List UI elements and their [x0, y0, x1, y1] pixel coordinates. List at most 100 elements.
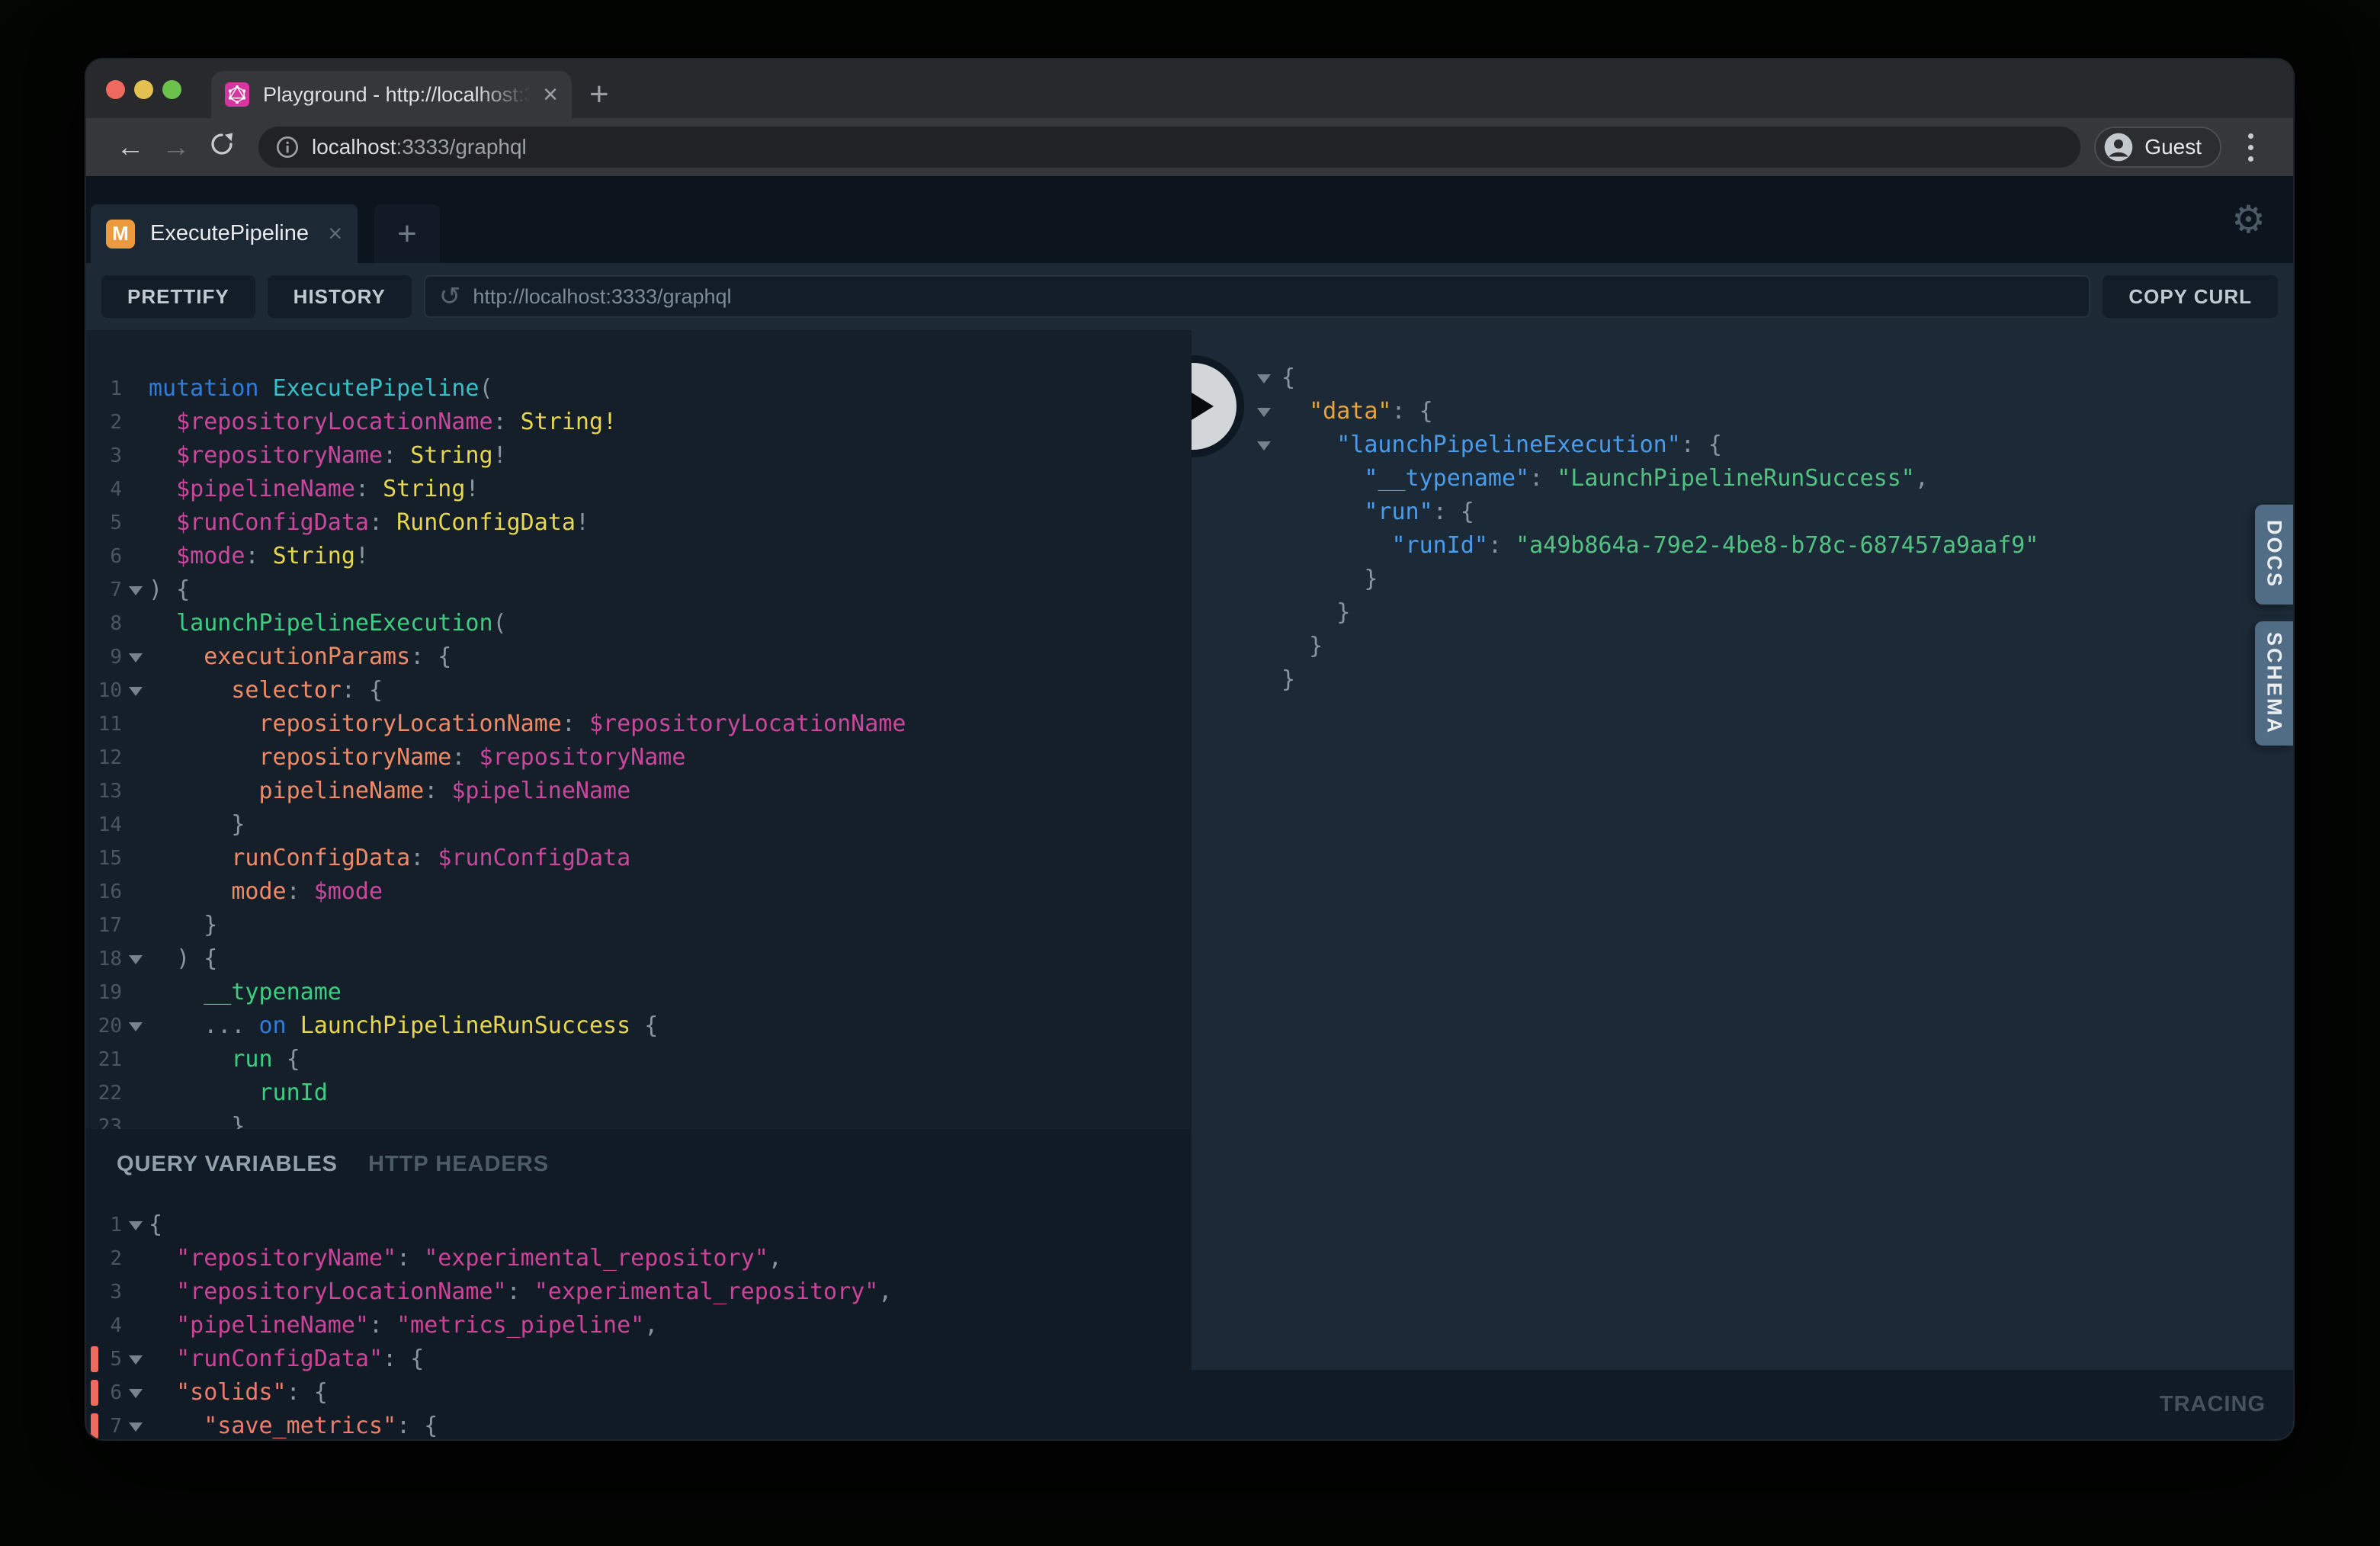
info-icon[interactable]	[275, 135, 300, 159]
reload-icon[interactable]	[199, 130, 245, 165]
code-line[interactable]: 3 $repositoryName: String!	[86, 439, 1192, 473]
tracing-bar[interactable]: TRACING	[1192, 1370, 2293, 1439]
code-line: }	[1192, 596, 2293, 630]
code-line[interactable]: 13 pipelineName: $pipelineName	[86, 775, 1192, 808]
code-line[interactable]: 8 launchPipelineExecution(	[86, 607, 1192, 640]
zoom-window-button[interactable]	[162, 80, 181, 99]
fold-arrow-icon[interactable]	[122, 1342, 149, 1376]
code-line[interactable]: 1mutation ExecutePipeline(	[86, 372, 1192, 406]
code-line[interactable]: 3 "repositoryLocationName": "experimenta…	[86, 1275, 1192, 1309]
fold-arrow-icon[interactable]	[1254, 395, 1281, 428]
docs-tab[interactable]: DOCS	[2255, 505, 2293, 605]
code-line[interactable]: 14 }	[86, 808, 1192, 842]
settings-gear-icon[interactable]: ⚙	[2231, 197, 2266, 242]
code-line[interactable]: 1{	[86, 1208, 1192, 1242]
profile-button[interactable]: Guest	[2094, 127, 2221, 168]
tab-close-icon[interactable]: ×	[328, 220, 342, 248]
fold-gutter	[122, 1242, 149, 1275]
fold-arrow-icon[interactable]	[122, 1376, 149, 1410]
browser-new-tab-button[interactable]: +	[589, 78, 609, 111]
back-icon[interactable]: ←	[107, 131, 153, 163]
tab-http-headers[interactable]: HTTP HEADERS	[368, 1152, 549, 1177]
fold-arrow-icon[interactable]	[122, 640, 149, 674]
fold-gutter	[122, 1076, 149, 1110]
variables-pane: QUERY VARIABLES HTTP HEADERS 1{2 "reposi…	[86, 1129, 1192, 1439]
code-line: "__typename": "LaunchPipelineRunSuccess"…	[1192, 462, 2293, 496]
code-line[interactable]: 17 }	[86, 909, 1192, 942]
line-number: 2	[86, 406, 122, 439]
code-line[interactable]: 5 $runConfigData: RunConfigData!	[86, 506, 1192, 540]
address-input[interactable]: localhost:3333/graphql	[258, 127, 2080, 168]
code-line[interactable]: 4 "pipelineName": "metrics_pipeline",	[86, 1309, 1192, 1342]
schema-tab[interactable]: SCHEMA	[2255, 621, 2293, 746]
fold-gutter	[122, 741, 149, 775]
error-marker	[91, 1413, 98, 1439]
browser-addressbar: ← → localhost:3333/graphql	[86, 118, 2293, 176]
browser-tab[interactable]: Playground - http://localhost:3 ×	[211, 71, 572, 118]
code-line[interactable]: 19 __typename	[86, 976, 1192, 1009]
prettify-button[interactable]: PRETTIFY	[101, 275, 255, 318]
code-line[interactable]: 18 ) {	[86, 942, 1192, 976]
code-line[interactable]: 10 selector: {	[86, 674, 1192, 707]
response-viewer: { "data": { "launchPipelineExecution": {…	[1192, 361, 2293, 697]
fold-arrow-icon[interactable]	[122, 1009, 149, 1043]
minimize-window-button[interactable]	[134, 80, 153, 99]
code-line[interactable]: 11 repositoryLocationName: $repositoryLo…	[86, 707, 1192, 741]
fold-arrow-icon[interactable]	[122, 1410, 149, 1439]
undo-icon[interactable]: ↺	[439, 281, 461, 312]
close-window-button[interactable]	[106, 80, 125, 99]
fold-arrow-icon[interactable]	[122, 573, 149, 607]
line-number: 18	[86, 942, 122, 976]
line-number: 21	[86, 1043, 122, 1076]
code-line[interactable]: 22 runId	[86, 1076, 1192, 1110]
fold-gutter	[1254, 462, 1281, 496]
playground-new-tab-button[interactable]: +	[374, 204, 440, 263]
code-line[interactable]: 21 run {	[86, 1043, 1192, 1076]
browser-menu-icon[interactable]	[2229, 133, 2272, 162]
endpoint-input[interactable]: ↺ http://localhost:3333/graphql	[424, 275, 2091, 318]
code-line[interactable]: 7 "save_metrics": {	[86, 1410, 1192, 1439]
code-line[interactable]: 7) {	[86, 573, 1192, 607]
code-line[interactable]: 15 runConfigData: $runConfigData	[86, 842, 1192, 875]
code-line: }	[1192, 630, 2293, 663]
code-line[interactable]: 12 repositoryName: $repositoryName	[86, 741, 1192, 775]
fold-arrow-icon[interactable]	[122, 674, 149, 707]
code-line[interactable]: 23 }	[86, 1110, 1192, 1129]
browser-titlebar: Playground - http://localhost:3 × +	[86, 59, 2293, 118]
fold-gutter	[1254, 529, 1281, 563]
tab-query-variables[interactable]: QUERY VARIABLES	[117, 1152, 338, 1177]
query-editor[interactable]: 1mutation ExecutePipeline(2 $repositoryL…	[86, 330, 1192, 1129]
line-number: 20	[86, 1009, 122, 1043]
code-line[interactable]: 9 executionParams: {	[86, 640, 1192, 674]
line-number: 16	[86, 875, 122, 909]
copy-curl-button[interactable]: COPY CURL	[2103, 275, 2278, 318]
browser-tab-close-icon[interactable]: ×	[543, 82, 558, 107]
code-line[interactable]: 6 "solids": {	[86, 1376, 1192, 1410]
fold-gutter	[122, 372, 149, 406]
fold-gutter	[122, 1043, 149, 1076]
code-line[interactable]: 2 "repositoryName": "experimental_reposi…	[86, 1242, 1192, 1275]
line-number: 1	[86, 372, 122, 406]
line-number: 11	[86, 707, 122, 741]
tab-execute-pipeline[interactable]: M ExecutePipeline ×	[91, 204, 358, 263]
response-pane: { "data": { "launchPipelineExecution": {…	[1192, 330, 2293, 1439]
code-line[interactable]: 5 "runConfigData": {	[86, 1342, 1192, 1376]
history-button[interactable]: HISTORY	[268, 275, 412, 318]
line-number: 15	[86, 842, 122, 875]
code-line[interactable]: 20 ... on LaunchPipelineRunSuccess {	[86, 1009, 1192, 1043]
fold-arrow-icon[interactable]	[1254, 428, 1281, 462]
code-line[interactable]: 4 $pipelineName: String!	[86, 473, 1192, 506]
fold-arrow-icon[interactable]	[1254, 361, 1281, 395]
line-number: 23	[86, 1110, 122, 1129]
variables-editor[interactable]: 1{2 "repositoryName": "experimental_repo…	[86, 1199, 1192, 1439]
fold-arrow-icon[interactable]	[122, 942, 149, 976]
line-number: 1	[86, 1208, 122, 1242]
code-line: "launchPipelineExecution": {	[1192, 428, 2293, 462]
fold-arrow-icon[interactable]	[122, 1208, 149, 1242]
code-line[interactable]: 16 mode: $mode	[86, 875, 1192, 909]
line-number: 10	[86, 674, 122, 707]
code-line[interactable]: 6 $mode: String!	[86, 540, 1192, 573]
code-line[interactable]: 2 $repositoryLocationName: String!	[86, 406, 1192, 439]
fold-gutter	[122, 406, 149, 439]
line-number: 22	[86, 1076, 122, 1110]
